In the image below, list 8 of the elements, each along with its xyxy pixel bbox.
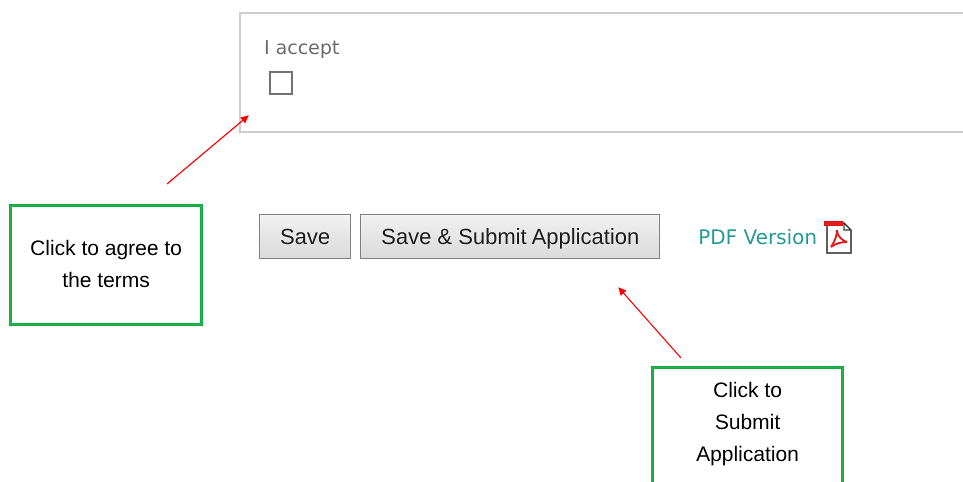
- accept-label: I accept: [264, 37, 340, 59]
- form-button[interactable]: Save: [259, 214, 352, 259]
- accept-checkbox[interactable]: [269, 71, 293, 95]
- form-button[interactable]: Save & Submit Application: [360, 214, 660, 259]
- callout-box: Click to agree to the terms: [9, 204, 203, 326]
- arrow: [618, 287, 682, 358]
- pdf-file-icon[interactable]: [821, 220, 854, 254]
- callout-box: Click to Submit Application: [651, 366, 844, 482]
